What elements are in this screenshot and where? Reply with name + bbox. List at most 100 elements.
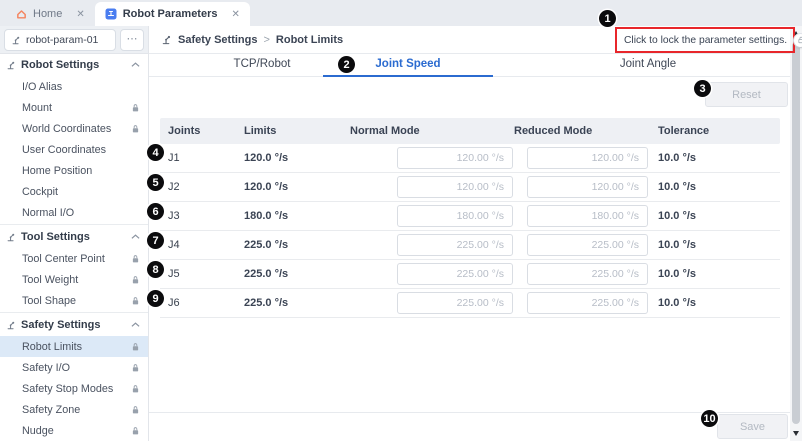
normal-mode-input-j5[interactable] (397, 263, 513, 285)
chevron-up-icon[interactable] (131, 62, 140, 68)
chevron-up-icon[interactable] (131, 322, 140, 328)
sidebar-item-home-position[interactable]: Home Position (0, 160, 148, 181)
robot-arm-icon (6, 60, 16, 70)
save-button[interactable]: Save (717, 414, 788, 439)
chevron-up-icon[interactable] (131, 234, 140, 240)
item-label: Robot Limits (22, 341, 82, 353)
lock-banner-text: Click to lock the parameter settings. (624, 35, 787, 46)
section-label: Safety Settings (21, 319, 100, 331)
sidebar-item-safety-io[interactable]: Safety I/O (0, 357, 148, 378)
sidebar-item-user-coordinates[interactable]: User Coordinates (0, 139, 148, 160)
scrollbar-thumb[interactable] (792, 42, 800, 424)
sidebar-item-safety-zone[interactable]: Safety Zone (0, 399, 148, 420)
section-label: Tool Settings (21, 231, 90, 243)
normal-mode-input-j6[interactable] (397, 292, 513, 314)
annotation-badge-2: 2 (338, 56, 355, 73)
sidebar-item-tool-weight[interactable]: Tool Weight (0, 269, 148, 290)
reduced-mode-input-j1[interactable] (527, 147, 648, 169)
lock-icon (131, 405, 140, 415)
reduced-mode-input-j4[interactable] (527, 234, 648, 256)
item-label: Home Position (22, 165, 92, 177)
parameter-tabs: TCP/Robot Joint Speed Joint Angle (149, 55, 790, 77)
tab-home[interactable]: Home ✕ (6, 2, 95, 26)
annotation-badge-10: 10 (701, 410, 718, 427)
sidebar-item-tool-shape[interactable]: Tool Shape (0, 290, 148, 311)
close-icon[interactable]: ✕ (76, 9, 84, 20)
sidebar-item-cockpit[interactable]: Cockpit (0, 181, 148, 202)
scroll-down-arrow-icon[interactable] (793, 431, 799, 436)
robot-arm-icon (11, 35, 21, 45)
annotation-badge-6: 6 (147, 203, 164, 220)
sidebar-item-robot-limits[interactable]: Robot Limits (0, 336, 148, 357)
joint-label: J5 (160, 268, 236, 280)
limit-value: 120.0 °/s (236, 181, 344, 193)
column-header-joints: Joints (160, 125, 236, 137)
normal-mode-input-j4[interactable] (397, 234, 513, 256)
tolerance-value: 10.0 °/s (650, 210, 780, 222)
sidebar-item-normal-io[interactable]: Normal I/O (0, 202, 148, 223)
close-icon[interactable]: ✕ (232, 9, 240, 20)
sidebar-nav: Robot Settings I/O Alias Mount World Coo… (0, 54, 148, 441)
sidebar-item-mount[interactable]: Mount (0, 97, 148, 118)
sidebar-section-robot-settings[interactable]: Robot Settings (0, 54, 148, 76)
tolerance-value: 10.0 °/s (650, 297, 780, 309)
item-label: Safety I/O (22, 362, 70, 374)
more-options-button[interactable]: ⋯ (120, 29, 144, 51)
column-header-tolerance: Tolerance (650, 125, 780, 137)
annotation-badge-5: 5 (147, 174, 164, 191)
lock-icon (131, 275, 140, 285)
param-file-selector[interactable]: robot-param-01 (4, 29, 116, 51)
annotation-badge-7: 7 (147, 232, 164, 249)
item-label: Tool Center Point (22, 253, 105, 265)
breadcrumb-parent[interactable]: Safety Settings (178, 34, 257, 46)
tolerance-value: 10.0 °/s (650, 239, 780, 251)
column-header-limits: Limits (236, 125, 344, 137)
annotation-badge-3: 3 (694, 80, 711, 97)
reduced-mode-input-j3[interactable] (527, 205, 648, 227)
item-label: Tool Shape (22, 295, 76, 307)
tab-joint-angle[interactable]: Joint Angle (620, 58, 676, 70)
limit-value: 120.0 °/s (236, 152, 344, 164)
column-header-reduced-mode: Reduced Mode (514, 125, 650, 137)
tab-joint-speed[interactable]: Joint Speed (375, 58, 440, 70)
normal-mode-input-j2[interactable] (397, 176, 513, 198)
lock-icon (131, 342, 140, 352)
sidebar-section-tool-settings[interactable]: Tool Settings (0, 226, 148, 248)
lock-icon (131, 124, 140, 134)
table-row-j2: J2 120.0 °/s 10.0 °/s (160, 173, 780, 202)
sidebar-item-world-coordinates[interactable]: World Coordinates (0, 118, 148, 139)
item-label: Safety Stop Modes (22, 383, 113, 395)
robot-arm-icon (161, 34, 172, 45)
lock-icon (131, 254, 140, 264)
toggle-knob (794, 34, 802, 47)
limit-value: 180.0 °/s (236, 210, 344, 222)
sidebar-item-tool-center-point[interactable]: Tool Center Point (0, 248, 148, 269)
tab-tcp-robot[interactable]: TCP/Robot (234, 58, 291, 70)
normal-mode-input-j1[interactable] (397, 147, 513, 169)
lock-icon (131, 103, 140, 113)
robot-arm-icon (6, 232, 16, 242)
lock-toggle[interactable] (793, 33, 802, 48)
sidebar-item-io-alias[interactable]: I/O Alias (0, 76, 148, 97)
vertical-scrollbar[interactable] (790, 26, 802, 441)
home-icon (16, 9, 27, 20)
item-label: User Coordinates (22, 144, 106, 156)
sidebar-section-safety-settings[interactable]: Safety Settings (0, 314, 148, 336)
param-file-name: robot-param-01 (26, 34, 98, 46)
sidebar-item-safety-stop-modes[interactable]: Safety Stop Modes (0, 378, 148, 399)
item-label: Normal I/O (22, 207, 74, 219)
reduced-mode-input-j2[interactable] (527, 176, 648, 198)
table-header-row: Joints Limits Normal Mode Reduced Mode T… (160, 118, 780, 144)
section-label: Robot Settings (21, 59, 99, 71)
sidebar-item-nudge[interactable]: Nudge (0, 420, 148, 441)
lock-icon (131, 426, 140, 436)
annotation-badge-9: 9 (147, 290, 164, 307)
reduced-mode-input-j5[interactable] (527, 263, 648, 285)
reduced-mode-input-j6[interactable] (527, 292, 648, 314)
joint-label: J4 (160, 239, 236, 251)
joint-label: J3 (160, 210, 236, 222)
window-tab-bar: Home ✕ Robot Parameters ✕ (0, 0, 802, 26)
tab-robot-parameters[interactable]: Robot Parameters ✕ (95, 2, 250, 26)
normal-mode-input-j3[interactable] (397, 205, 513, 227)
reset-button[interactable]: Reset (705, 82, 788, 107)
